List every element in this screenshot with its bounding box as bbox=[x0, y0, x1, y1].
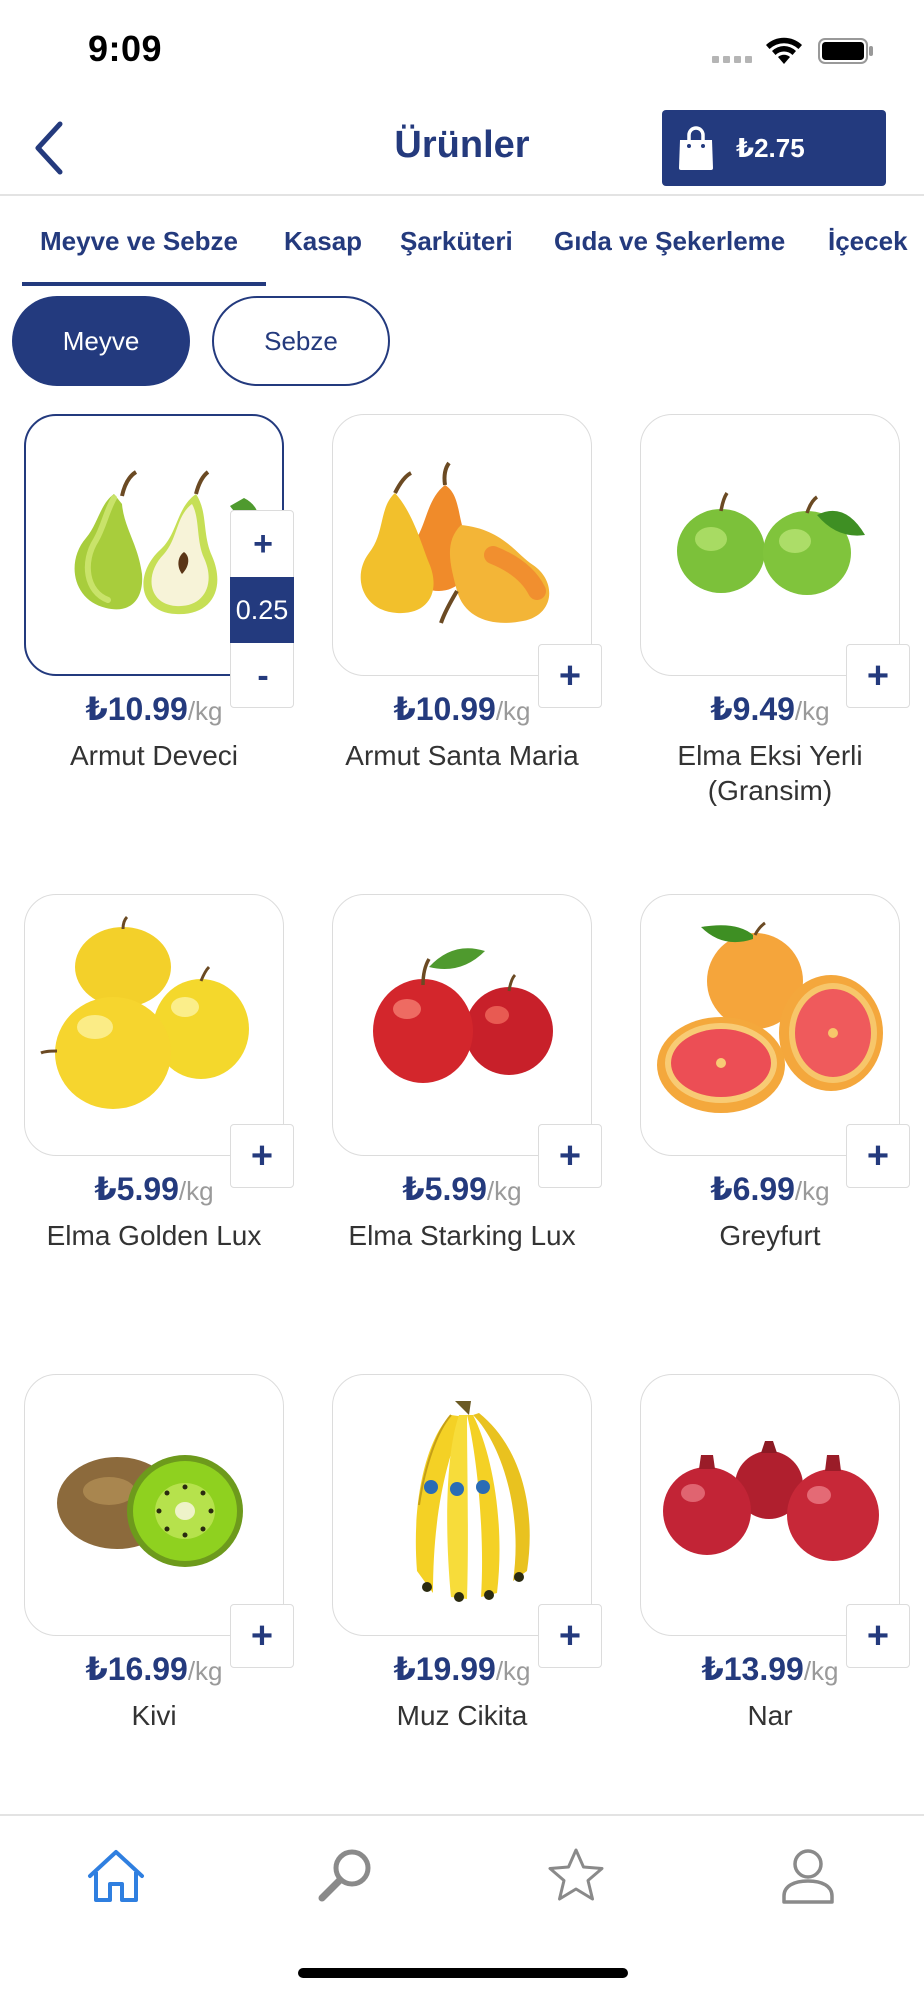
pear-image bbox=[360, 461, 550, 624]
category-tabs: Meyve ve Sebze Kasap Şarküteri Gıda ve Ş… bbox=[0, 198, 924, 286]
search-icon[interactable] bbox=[314, 1844, 378, 1908]
product-card[interactable]: + 0.25 - ₺10.99/kg Armut Deveci bbox=[0, 414, 300, 874]
product-name: Armut Deveci bbox=[69, 740, 239, 771]
red-apple-image bbox=[373, 948, 553, 1083]
battery-icon bbox=[818, 38, 873, 64]
yellow-apple-image bbox=[40, 915, 249, 1109]
price-row: ₺9.49/kg bbox=[616, 690, 924, 728]
wifi-icon bbox=[766, 37, 802, 64]
price-unit: /kg bbox=[495, 1656, 531, 1686]
product-card[interactable]: + ₺16.99/kg Kivi bbox=[0, 1374, 300, 1834]
cart-button[interactable]: ₺2.75 bbox=[662, 110, 886, 186]
product-card[interactable]: + ₺5.99/kg Elma Golden Lux bbox=[0, 894, 300, 1354]
product-image-box bbox=[332, 414, 592, 676]
subcategory-meyve[interactable]: Meyve bbox=[12, 296, 190, 386]
product-price: ₺16.99 bbox=[85, 1651, 188, 1687]
subcategory-tabs: Meyve Sebze bbox=[0, 296, 924, 390]
product-image-box bbox=[332, 1374, 592, 1636]
price-unit: /kg bbox=[187, 696, 223, 726]
price-row: ₺10.99/kg bbox=[0, 690, 308, 728]
product-name: Elma Golden Lux bbox=[46, 1220, 262, 1251]
cellular-signal-icon bbox=[712, 56, 752, 63]
product-name: Elma Starking Lux bbox=[348, 1220, 576, 1251]
home-icon[interactable] bbox=[84, 1844, 148, 1908]
product-price: ₺5.99 bbox=[94, 1171, 179, 1207]
price-unit: /kg bbox=[187, 1656, 223, 1686]
subcategory-sebze[interactable]: Sebze bbox=[212, 296, 390, 386]
price-row: ₺16.99/kg bbox=[0, 1650, 308, 1688]
back-chevron-icon[interactable] bbox=[28, 118, 76, 178]
tab-icecek[interactable]: İçecek bbox=[828, 226, 908, 257]
home-indicator bbox=[298, 1968, 628, 1978]
price-row: ₺10.99/kg bbox=[308, 690, 616, 728]
product-name: Elma Eksi Yerli (Gransim) bbox=[677, 740, 863, 806]
product-image-box bbox=[24, 1374, 284, 1636]
product-name: Armut Santa Maria bbox=[345, 740, 579, 771]
price-unit: /kg bbox=[486, 1176, 522, 1206]
tab-gida-ve-sekerleme[interactable]: Gıda ve Şekerleme bbox=[554, 226, 785, 257]
kiwi-image bbox=[57, 1455, 243, 1567]
product-price: ₺5.99 bbox=[402, 1171, 487, 1207]
price-row: ₺5.99/kg bbox=[308, 1170, 616, 1208]
product-image-box bbox=[640, 894, 900, 1156]
price-row: ₺19.99/kg bbox=[308, 1650, 616, 1688]
grapefruit-image bbox=[657, 921, 883, 1113]
tab-sarkuteri[interactable]: Şarküteri bbox=[400, 226, 513, 257]
product-card[interactable]: + ₺6.99/kg Greyfurt bbox=[616, 894, 916, 1354]
star-icon[interactable] bbox=[544, 1844, 608, 1908]
product-image-box bbox=[640, 414, 900, 676]
product-card[interactable]: + ₺9.49/kg Elma Eksi Yerli (Gransim) bbox=[616, 414, 916, 874]
price-unit: /kg bbox=[794, 696, 830, 726]
product-name: Muz Cikita bbox=[396, 1700, 528, 1731]
product-image-box bbox=[24, 894, 284, 1156]
product-price: ₺10.99 bbox=[393, 691, 496, 727]
status-bar: 9:09 bbox=[0, 0, 924, 100]
banana-image bbox=[415, 1401, 530, 1602]
pomegranate-image bbox=[663, 1441, 879, 1561]
price-unit: /kg bbox=[803, 1656, 839, 1686]
cart-total: ₺2.75 bbox=[736, 132, 805, 163]
tab-kasap[interactable]: Kasap bbox=[284, 226, 362, 257]
profile-icon[interactable] bbox=[776, 1844, 840, 1908]
product-card[interactable]: + ₺5.99/kg Elma Starking Lux bbox=[308, 894, 608, 1354]
increase-quantity-button[interactable]: + bbox=[231, 511, 295, 577]
product-name: Greyfurt bbox=[719, 1220, 821, 1251]
product-name: Nar bbox=[747, 1700, 793, 1731]
tab-meyve-ve-sebze[interactable]: Meyve ve Sebze bbox=[40, 226, 238, 257]
product-price: ₺13.99 bbox=[701, 1651, 804, 1687]
product-card[interactable]: + ₺19.99/kg Muz Cikita bbox=[308, 1374, 608, 1834]
price-unit: /kg bbox=[495, 696, 531, 726]
product-card[interactable]: + ₺10.99/kg Armut Santa Maria bbox=[308, 414, 608, 874]
product-image-box bbox=[332, 894, 592, 1156]
active-tab-indicator bbox=[22, 282, 266, 286]
shopping-bag-icon bbox=[679, 126, 713, 170]
price-row: ₺6.99/kg bbox=[616, 1170, 924, 1208]
status-time: 9:09 bbox=[88, 28, 163, 69]
price-unit: /kg bbox=[794, 1176, 830, 1206]
product-price: ₺9.49 bbox=[710, 691, 795, 727]
green-apple-image bbox=[677, 492, 865, 595]
price-row: ₺5.99/kg bbox=[0, 1170, 308, 1208]
product-image-box bbox=[640, 1374, 900, 1636]
quantity-stepper: + 0.25 - bbox=[230, 510, 294, 708]
quantity-value: 0.25 bbox=[230, 577, 294, 643]
navigation-bar: Ürünler ₺2.75 bbox=[0, 100, 924, 196]
price-unit: /kg bbox=[178, 1176, 214, 1206]
product-price: ₺6.99 bbox=[710, 1171, 795, 1207]
product-price: ₺10.99 bbox=[85, 691, 188, 727]
price-row: ₺13.99/kg bbox=[616, 1650, 924, 1688]
product-price: ₺19.99 bbox=[393, 1651, 496, 1687]
product-name: Kivi bbox=[131, 1700, 177, 1731]
product-card[interactable]: + ₺13.99/kg Nar bbox=[616, 1374, 916, 1834]
